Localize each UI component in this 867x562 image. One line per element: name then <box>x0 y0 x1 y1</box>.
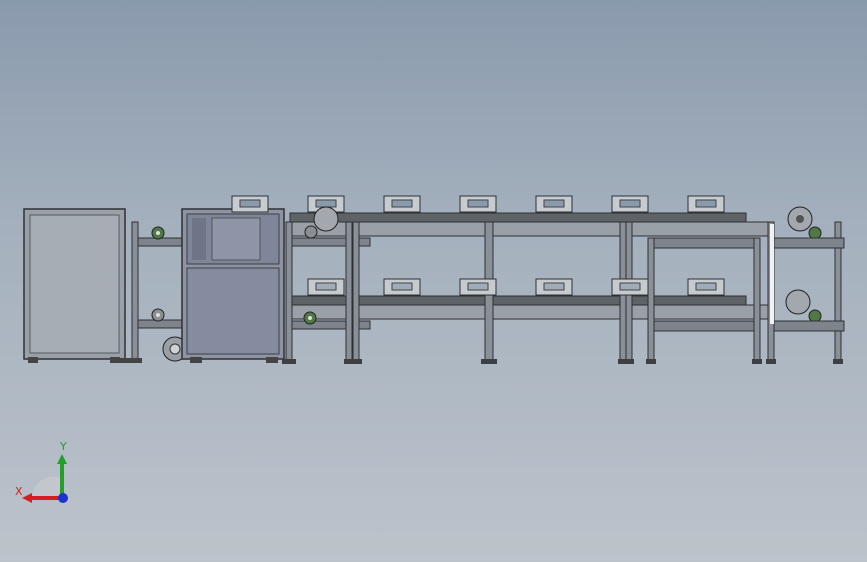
machine-enclosure[interactable] <box>181 208 285 363</box>
electrical-cabinet[interactable] <box>23 208 126 363</box>
conveyor-assembly-model[interactable] <box>0 0 867 562</box>
outfeed-stand[interactable] <box>770 224 845 332</box>
z-axis-dot <box>58 493 68 503</box>
belt-handles-lower-holes <box>315 282 717 291</box>
main-conveyor-frame[interactable] <box>289 212 771 332</box>
y-axis-arrowhead <box>57 454 67 464</box>
x-axis-label: X <box>15 485 23 498</box>
y-axis-label: Y <box>59 440 67 453</box>
x-axis-arrowhead <box>22 493 32 503</box>
coordinate-triad: Y X <box>15 440 68 503</box>
leg-feet <box>282 359 843 364</box>
belt-handles-lower <box>307 278 725 296</box>
cad-graphics-viewport[interactable]: Y X <box>0 0 867 562</box>
